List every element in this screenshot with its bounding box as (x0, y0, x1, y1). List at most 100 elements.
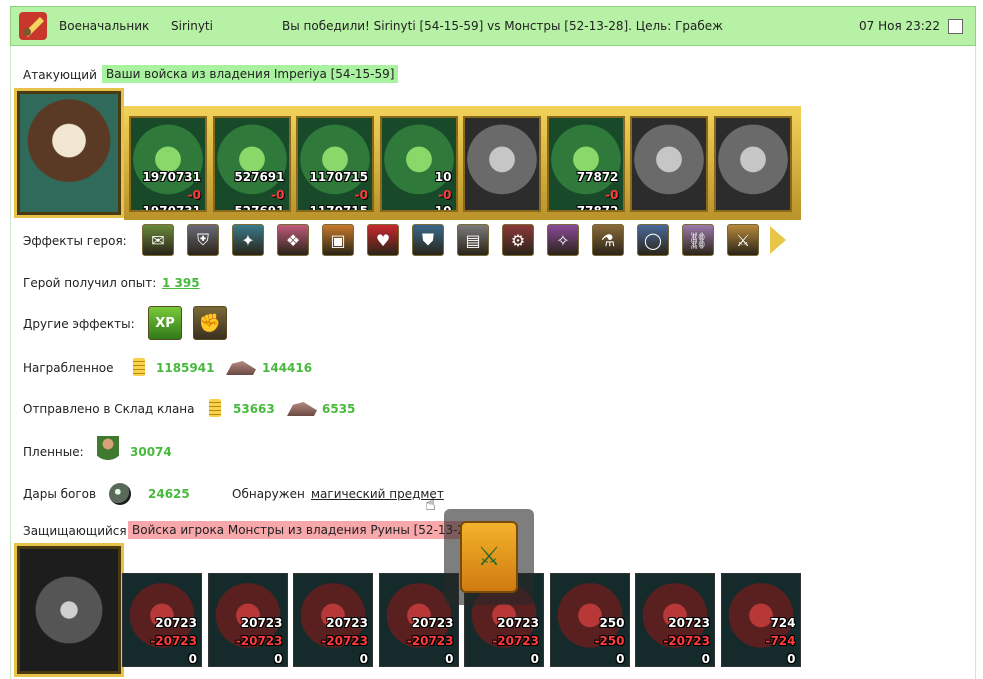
other-effects-label: Другие эффекты: (23, 317, 135, 331)
gifts-label: Дары богов (23, 487, 97, 501)
stack-count: 20723 (326, 616, 368, 630)
attacker-stack[interactable] (630, 116, 708, 212)
stack-count: 250 (599, 616, 625, 630)
sword-icon[interactable]: ⚔ (727, 224, 759, 256)
select-checkbox[interactable] (948, 19, 963, 34)
role-label: Военачальник (59, 19, 150, 33)
defender-stack[interactable]: 20723 -20723 0 (122, 573, 202, 667)
stack-remaining: 0 (359, 652, 368, 666)
stack-count: 20723 (240, 616, 283, 630)
clan-gold-value: 53663 (233, 402, 275, 416)
defender-stack[interactable]: 20723 -20723 0 (635, 573, 715, 667)
defender-stack[interactable]: 724 -724 0 (720, 573, 801, 667)
stack-remaining: 0 (445, 652, 454, 666)
ore-icon (224, 358, 258, 378)
attacker-hero-portrait[interactable] (14, 88, 124, 218)
stack-count: 20723 (668, 616, 710, 630)
defender-description: Войска игрока Монстры из владения Руины … (128, 521, 482, 539)
stack-loss: -20723 (321, 634, 368, 648)
loot-gold-value: 1185941 (156, 361, 215, 375)
scroll-icon[interactable]: ✉ (142, 224, 174, 256)
stack-loss: -0 (605, 188, 619, 202)
stack-count: 20723 (497, 616, 539, 630)
stack-remaining: 1970731 (142, 204, 201, 212)
stack-loss: -250 (594, 634, 625, 648)
defender-hero-portrait[interactable] (14, 543, 124, 677)
stack-remaining: 527691 (234, 204, 285, 212)
stack-remaining: 0 (616, 652, 625, 666)
stack-loss: -0 (187, 188, 201, 202)
gift-icon[interactable]: ❖ (277, 224, 309, 256)
robe-icon[interactable]: ✧ (547, 224, 579, 256)
defender-stack[interactable]: 20723 -20723 0 (293, 573, 373, 667)
attacker-stack[interactable]: 1970731 -0 1970731 (129, 116, 207, 212)
attacker-stack[interactable]: 10 -0 10 (379, 116, 458, 212)
stack-count: 1170715 (309, 170, 368, 184)
stack-remaining: 10 (434, 204, 452, 212)
armor-icon[interactable]: ⛨ (187, 224, 219, 256)
stack-loss: -724 (765, 634, 796, 648)
attacker-stack[interactable]: 1170715 -0 1170715 (296, 116, 374, 212)
stack-count: 724 (770, 616, 796, 630)
defender-stack[interactable]: 20723 -20723 0 (207, 573, 288, 667)
ore-icon (285, 399, 319, 419)
stack-count: 20723 (155, 616, 197, 630)
hand-cursor-icon: ☝ (425, 494, 436, 515)
stack-count: 20723 (411, 616, 454, 630)
captives-value: 30074 (130, 445, 172, 459)
gifts-value: 24625 (148, 487, 190, 501)
stack-loss: -0 (354, 188, 368, 202)
tower-icon[interactable]: ▤ (457, 224, 489, 256)
captives-label: Пленные: (23, 445, 84, 459)
experience-value-link[interactable]: 1 395 (162, 276, 200, 290)
potion-icon[interactable]: ⚗ (592, 224, 624, 256)
clan-ore-value: 6535 (322, 402, 356, 416)
xp-icon[interactable]: XP (148, 306, 182, 340)
stack-loss: -0 (438, 188, 452, 202)
gold-icon (206, 397, 224, 419)
captive-icon (97, 436, 119, 468)
heart-icon[interactable]: ♥ (367, 224, 399, 256)
attacker-stack[interactable] (463, 116, 541, 212)
xp-icon-text: XP (155, 315, 175, 331)
found-label: Обнаружен (232, 487, 305, 501)
stack-remaining: 77872 (576, 204, 619, 212)
magic-item-tooltip: ⚔ (444, 509, 534, 605)
stack-remaining: 0 (530, 652, 539, 666)
stack-count: 10 (434, 170, 452, 184)
stack-loss: -20723 (235, 634, 283, 648)
stack-remaining: 0 (701, 652, 710, 666)
stack-loss: -20723 (406, 634, 454, 648)
player-name[interactable]: Sirinyti (171, 19, 213, 33)
gold-icon (130, 356, 148, 378)
magic-item-link[interactable]: магический предмет (311, 487, 444, 501)
battle-result: Вы победили! Sirinyti [54-15-59] vs Монс… (282, 19, 723, 33)
battle-logo-icon (17, 10, 49, 42)
scroll-right-icon[interactable] (770, 226, 786, 254)
fist-icon[interactable]: ✊ (193, 306, 227, 340)
orb-icon (109, 483, 131, 505)
top-bar: Военачальник Sirinyti Вы победили! Sirin… (10, 6, 976, 46)
attacker-stack[interactable] (713, 116, 792, 212)
magic-scroll-icon: ⚔ (460, 521, 518, 593)
loot-ore-value: 144416 (262, 361, 313, 375)
ring-icon[interactable]: ◯ (637, 224, 669, 256)
stack-remaining: 0 (787, 652, 796, 666)
attacker-description: Ваши войска из владения Imperiya [54-15-… (102, 65, 399, 83)
stack-loss: -20723 (150, 634, 197, 648)
stack-remaining: 1170715 (309, 204, 368, 212)
attacker-label: Атакующий (23, 68, 97, 82)
gear-icon[interactable]: ⚙ (502, 224, 534, 256)
attacker-stack[interactable]: 77872 -0 77872 (546, 116, 625, 212)
defender-label: Защищающийся (23, 524, 127, 538)
stack-loss: -20723 (492, 634, 539, 648)
defender-stack[interactable]: 250 -250 0 (549, 573, 630, 667)
shield-icon[interactable]: ⛊ (412, 224, 444, 256)
chain-icon[interactable]: ⛓ (682, 224, 714, 256)
attacker-stack[interactable]: 527691 -0 527691 (212, 116, 291, 212)
battle-datetime: 07 Ноя 23:22 (859, 19, 941, 33)
stack-count: 1970731 (142, 170, 201, 184)
chest-icon[interactable]: ▣ (322, 224, 354, 256)
crystal-icon[interactable]: ✦ (232, 224, 264, 256)
clan-storage-label: Отправлено в Склад клана (23, 402, 195, 416)
